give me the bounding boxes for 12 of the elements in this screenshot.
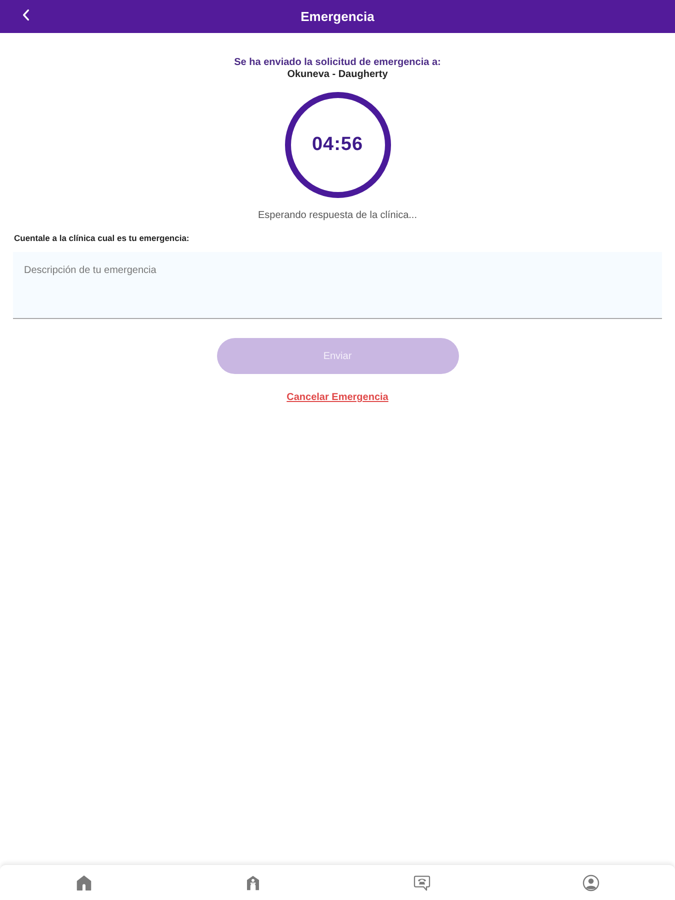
speech-bubble-phone-icon — [412, 874, 431, 892]
profile-icon — [582, 874, 600, 892]
clinic-name: Okuneva - Daugherty — [287, 69, 388, 81]
back-chevron-icon — [22, 9, 30, 21]
description-label: Cuentale a la clínica cual es tu emergencia: — [14, 233, 190, 244]
screen-title: Emergencia — [300, 9, 374, 24]
waiting-status-text: Esperando respuesta de la clínica... — [258, 210, 417, 222]
cancel-emergency-link[interactable]: Cancelar Emergencia — [286, 392, 388, 403]
description-field[interactable]: Descripción de tu emergencia — [13, 252, 662, 319]
request-sent-text: Se ha enviado la solicitud de emergencia a: — [234, 57, 441, 69]
home-icon — [75, 874, 94, 892]
countdown-timer: 04:56 — [312, 134, 364, 156]
